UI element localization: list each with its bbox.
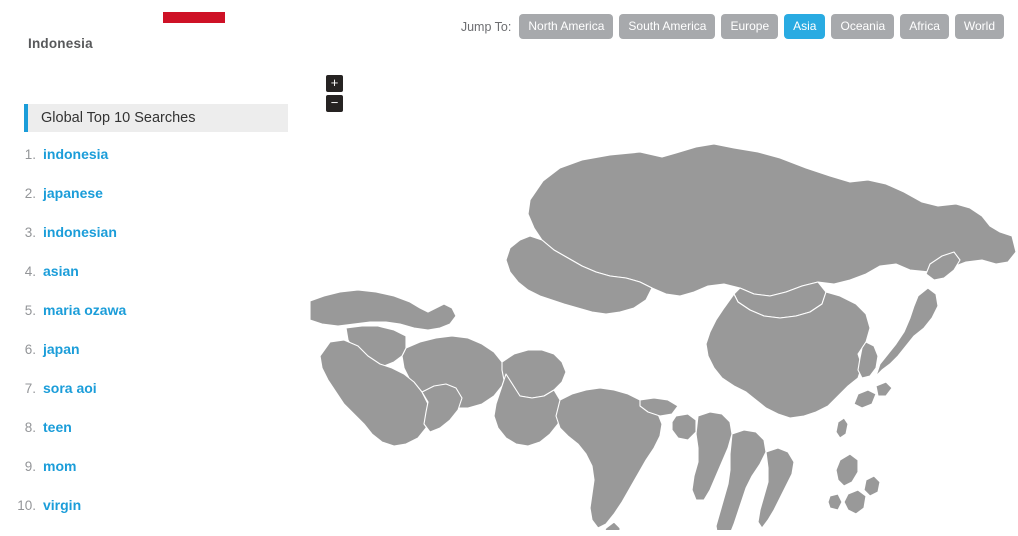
search-rank: 10.	[17, 498, 36, 513]
jump-to-nav: Jump To: North America South America Eur…	[461, 14, 1004, 39]
search-rank: 4.	[24, 264, 36, 279]
search-rank: 7.	[24, 381, 36, 396]
list-item: 3. indonesian	[0, 224, 310, 263]
list-item: 1. indonesia	[0, 146, 310, 185]
search-term-link[interactable]: sora aoi	[43, 380, 97, 396]
map-svg	[310, 143, 1017, 530]
search-term-link[interactable]: maria ozawa	[43, 302, 126, 318]
search-term-link[interactable]: teen	[43, 419, 72, 435]
search-rank: 8.	[24, 420, 36, 435]
searches-panel-title: Global Top 10 Searches	[41, 110, 196, 126]
search-rank: 9.	[24, 459, 36, 474]
jump-button-oceania[interactable]: Oceania	[831, 14, 895, 39]
search-term-link[interactable]: virgin	[43, 497, 81, 513]
country-flag-indonesia	[163, 12, 225, 33]
search-rank: 1.	[24, 147, 36, 162]
global-top-searches-panel: Global Top 10 Searches 1. indonesia 2. j…	[0, 104, 310, 536]
asia-map[interactable]	[310, 56, 1018, 530]
search-rank: 3.	[24, 225, 36, 240]
list-item: 9. mom	[0, 458, 310, 497]
list-item: 4. asian	[0, 263, 310, 302]
top-searches-list: 1. indonesia 2. japanese 3. indonesian 4…	[0, 132, 310, 536]
search-rank: 2.	[24, 186, 36, 201]
searches-title-bar: Global Top 10 Searches	[24, 104, 288, 132]
search-term-link[interactable]: japanese	[43, 185, 103, 201]
list-item: 6. japan	[0, 341, 310, 380]
search-term-link[interactable]: mom	[43, 458, 76, 474]
map-country-bangladesh	[671, 413, 697, 441]
search-term-link[interactable]: indonesia	[43, 146, 108, 162]
zoom-in-button[interactable]: +	[326, 75, 343, 92]
flag-stripe-red	[163, 12, 225, 23]
list-item: 10. virgin	[0, 497, 310, 536]
search-rank: 6.	[24, 342, 36, 357]
map-country-philippines	[827, 453, 881, 515]
search-rank: 5.	[24, 303, 36, 318]
jump-button-asia[interactable]: Asia	[784, 14, 826, 39]
jump-button-world[interactable]: World	[954, 14, 1004, 39]
flag-stripe-white	[163, 22, 225, 33]
map-country-oman	[421, 383, 463, 433]
list-item: 5. maria ozawa	[0, 302, 310, 341]
search-term-link[interactable]: indonesian	[43, 224, 117, 240]
search-term-link[interactable]: japan	[43, 341, 80, 357]
title-accent-bar	[24, 104, 28, 132]
jump-button-north-america[interactable]: North America	[519, 14, 614, 39]
map-zoom-controls: + −	[326, 75, 343, 115]
map-country-vietnam	[757, 447, 795, 529]
map-country-turkey	[310, 289, 457, 331]
country-header: Indonesia	[0, 0, 310, 62]
list-item: 2. japanese	[0, 185, 310, 224]
jump-button-africa[interactable]: Africa	[900, 14, 949, 39]
list-item: 7. sora aoi	[0, 380, 310, 419]
zoom-out-button[interactable]: −	[326, 95, 343, 112]
country-name-label: Indonesia	[28, 36, 93, 51]
jump-button-europe[interactable]: Europe	[721, 14, 779, 39]
list-item: 8. teen	[0, 419, 310, 458]
jump-to-label: Jump To:	[460, 19, 512, 34]
search-term-link[interactable]: asian	[43, 263, 79, 279]
map-country-myanmar	[691, 411, 733, 501]
jump-button-south-america[interactable]: South America	[619, 14, 716, 39]
map-country-taiwan	[835, 417, 849, 439]
